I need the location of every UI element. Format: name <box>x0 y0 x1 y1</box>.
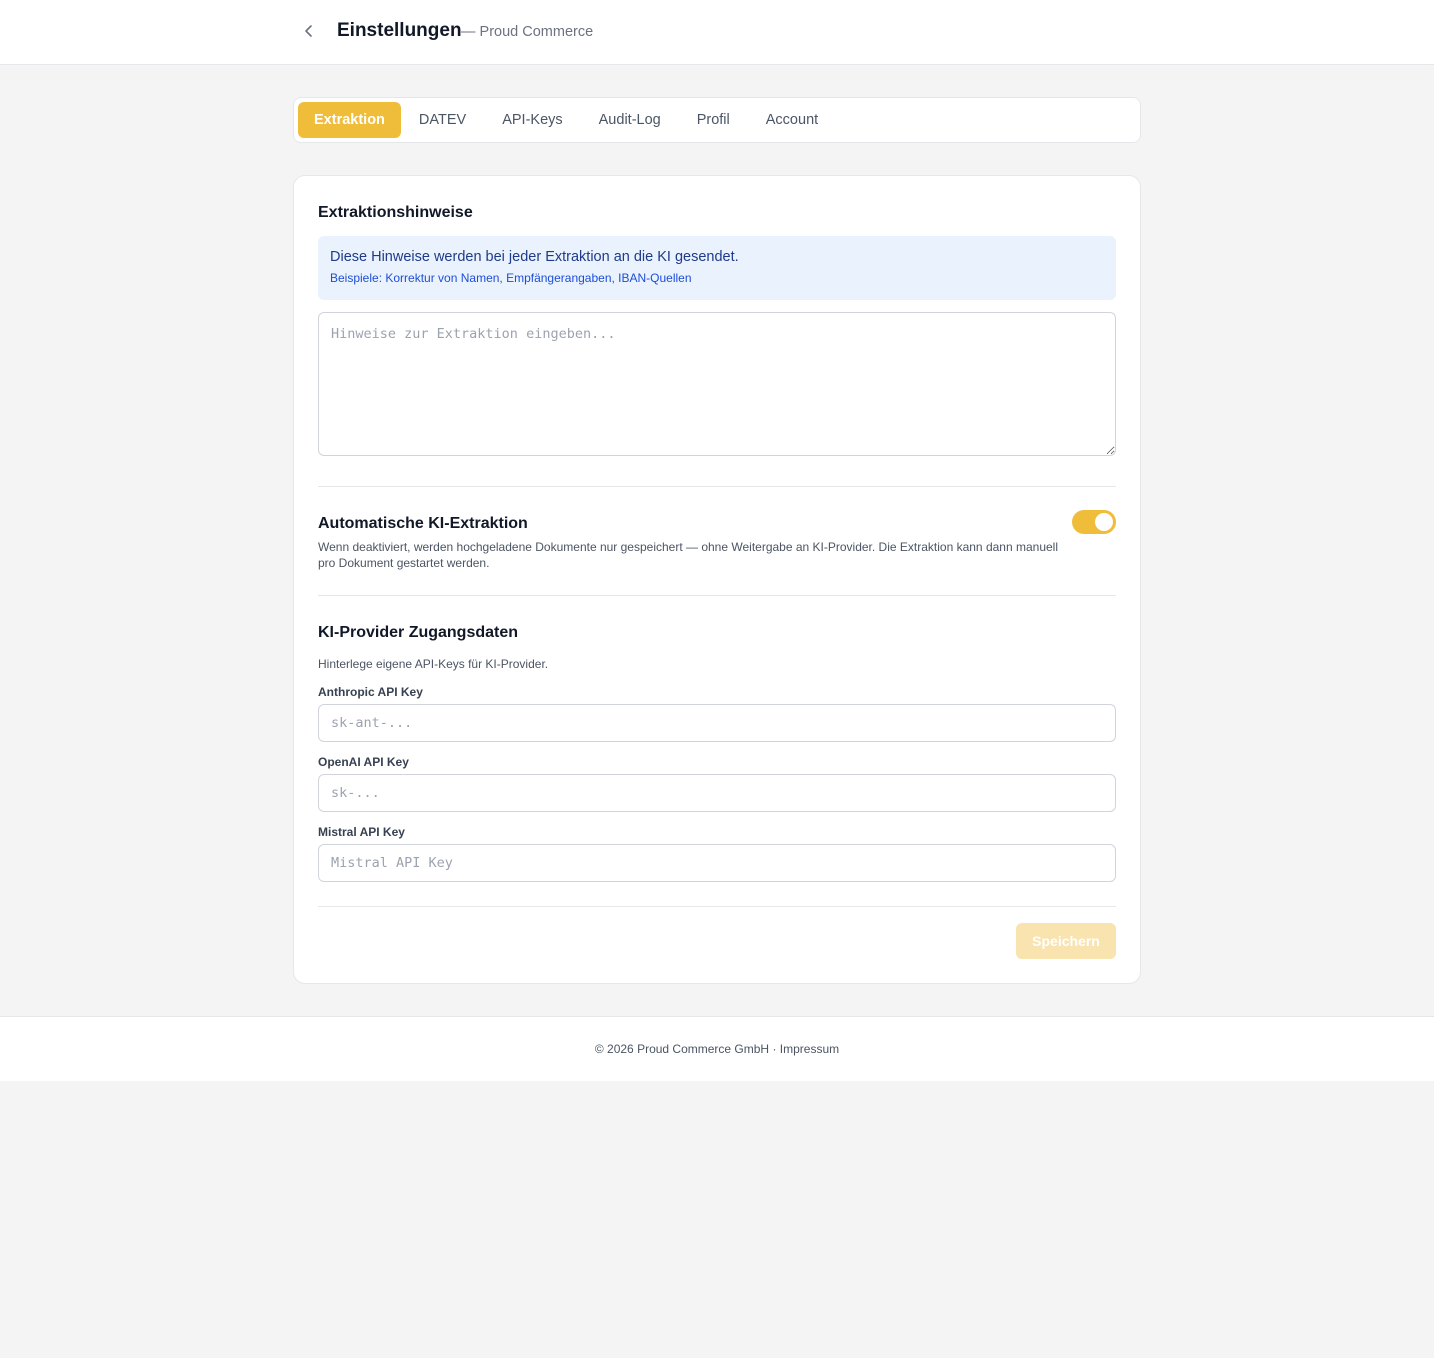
auto-extraction-toggle[interactable] <box>1072 510 1116 534</box>
auto-extraction-title: Automatische KI-Extraktion <box>318 515 528 532</box>
mistral-key-input[interactable] <box>318 844 1116 882</box>
extraction-hints-textarea[interactable] <box>318 312 1116 456</box>
save-button[interactable]: Speichern <box>1016 923 1116 959</box>
anthropic-key-label: Anthropic API Key <box>318 685 423 699</box>
tab-account[interactable]: Account <box>748 102 836 138</box>
provider-section-description: Hinterlege eigene API-Keys für KI-Provid… <box>318 657 549 671</box>
divider <box>318 906 1116 907</box>
tab-extraktion[interactable]: Extraktion <box>298 102 401 138</box>
tab-profil[interactable]: Profil <box>679 102 748 138</box>
footer: © 2026 Proud Commerce GmbH · Impressum <box>0 1016 1434 1081</box>
top-bar: Einstellungen — Proud Commerce <box>0 0 1434 65</box>
chevron-left-icon <box>305 25 312 37</box>
back-button[interactable] <box>298 20 320 42</box>
hints-info-box: Diese Hinweise werden bei jeder Extrakti… <box>318 236 1116 300</box>
impressum-link[interactable]: Impressum <box>780 1042 839 1056</box>
page-subtitle: — Proud Commerce <box>461 24 594 40</box>
settings-tabs: Extraktion DATEV API-Keys Audit-Log Prof… <box>293 97 1141 143</box>
openai-key-label: OpenAI API Key <box>318 755 409 769</box>
footer-copyright: © 2026 Proud Commerce GmbH <box>594 1042 770 1056</box>
openai-key-input[interactable] <box>318 774 1116 812</box>
tab-audit-log[interactable]: Audit-Log <box>581 102 679 138</box>
anthropic-key-input[interactable] <box>318 704 1116 742</box>
tab-datev[interactable]: DATEV <box>401 102 484 138</box>
provider-section-title: KI-Provider Zugangsdaten <box>318 624 519 641</box>
mistral-key-label: Mistral API Key <box>318 825 405 839</box>
tab-api-keys[interactable]: API-Keys <box>484 102 580 138</box>
divider <box>318 486 1116 487</box>
settings-card: Extraktionshinweise Diese Hinweise werde… <box>293 175 1141 984</box>
info-text-primary: Diese Hinweise werden bei jeder Extrakti… <box>330 249 739 265</box>
toggle-knob <box>1095 513 1113 531</box>
info-text-examples: Beispiele: Korrektur von Namen, Empfänge… <box>330 271 692 285</box>
page-title: Einstellungen <box>337 20 462 41</box>
footer-separator: · <box>769 1042 780 1056</box>
hints-section-title: Extraktionshinweise <box>318 204 473 221</box>
auto-extraction-description: Wenn deaktiviert, werden hochgeladene Do… <box>318 540 1058 570</box>
divider <box>318 595 1116 596</box>
